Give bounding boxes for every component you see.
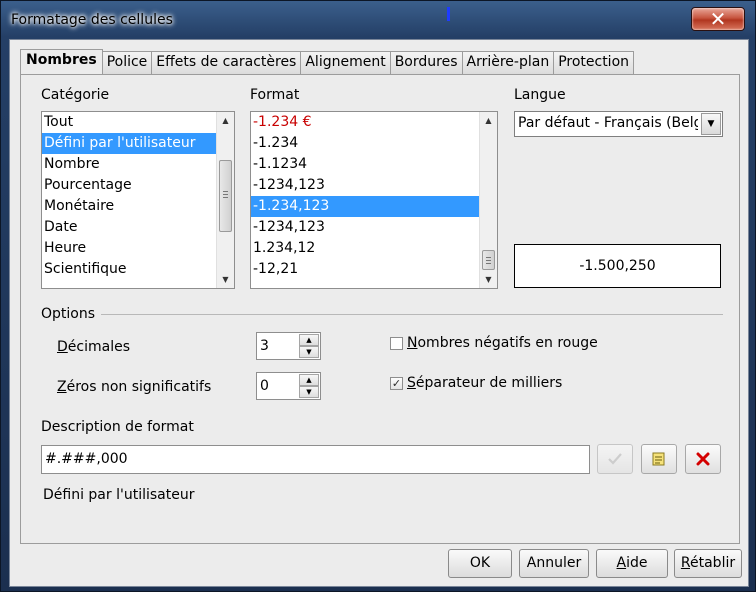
options-separator	[101, 314, 723, 315]
format-code-label: Description de format	[41, 419, 194, 435]
format-preview: -1.500,250	[514, 244, 721, 288]
tab-alignement[interactable]: Alignement	[301, 51, 391, 74]
spin-down-icon[interactable]: ▼	[299, 346, 319, 358]
scroll-down-icon[interactable]: ▼	[217, 271, 234, 288]
category-label: Catégorie	[41, 87, 110, 103]
check-icon	[608, 453, 622, 465]
window-title: Formatage des cellules	[11, 12, 173, 28]
edit-comment-button[interactable]	[641, 444, 677, 474]
ok-button[interactable]: OK	[448, 549, 512, 578]
close-button[interactable]: ✕	[691, 7, 745, 31]
list-item[interactable]: -1.234 €	[251, 112, 497, 133]
leading-zeros-spinner[interactable]: 0 ▲ ▼	[256, 372, 321, 400]
language-value: Par défaut - Français (Belgique)	[518, 115, 698, 131]
tab-bar: Nombres Police Effets de caractères Alig…	[20, 49, 635, 74]
list-item[interactable]: -1.1234	[251, 154, 497, 175]
spin-down-icon[interactable]: ▼	[299, 386, 319, 398]
delete-icon	[696, 452, 710, 466]
leading-zeros-value[interactable]: 0	[260, 378, 269, 394]
thousands-separator-label: Séparateur de milliers	[407, 375, 563, 391]
edit-comment-icon	[652, 452, 665, 466]
decimals-value[interactable]: 3	[260, 338, 269, 354]
tab-effets-caracteres[interactable]: Effets de caractères	[152, 51, 302, 74]
decimals-spinner[interactable]: 3 ▲ ▼	[256, 332, 321, 360]
tab-page-nombres: Catégorie Tout Défini par l'utilisateur No…	[20, 74, 740, 544]
list-item[interactable]: Défini par l'utilisateur	[42, 133, 234, 154]
format-scrollbar[interactable]: ▲ ▼	[479, 112, 497, 288]
list-item[interactable]: Tout	[42, 112, 234, 133]
scroll-down-icon[interactable]: ▼	[480, 271, 497, 288]
tab-nombres[interactable]: Nombres	[20, 49, 103, 74]
scroll-thumb[interactable]	[219, 160, 232, 232]
tab-arriere-plan[interactable]: Arrière-plan	[462, 51, 555, 74]
spin-up-icon[interactable]: ▲	[299, 334, 319, 346]
negative-red-checkbox[interactable]	[390, 337, 403, 350]
list-item[interactable]: -1.234,123	[251, 196, 497, 217]
list-item[interactable]: -12,21	[251, 259, 497, 280]
thousands-separator-checkbox[interactable]: ✓	[390, 377, 403, 390]
list-item[interactable]: -1.234	[251, 133, 497, 154]
list-item[interactable]: Nombre	[42, 154, 234, 175]
list-item[interactable]: Scientifique	[42, 259, 234, 280]
format-code-input[interactable]: #.###,000	[41, 445, 590, 474]
list-item[interactable]: Monétaire	[42, 196, 234, 217]
title-bar-marker	[447, 7, 450, 21]
options-label: Options	[41, 306, 96, 322]
format-code-value[interactable]: #.###,000	[45, 451, 128, 467]
dialog-window: Formatage des cellules ✕ Nombres Police …	[0, 0, 756, 592]
scroll-up-icon[interactable]: ▲	[480, 112, 497, 129]
language-label: Langue	[514, 87, 566, 103]
list-item[interactable]: 1.234,12	[251, 238, 497, 259]
delete-format-button[interactable]	[685, 444, 721, 474]
list-item[interactable]: Date	[42, 217, 234, 238]
help-button[interactable]: Aide	[596, 549, 668, 578]
title-bar[interactable]: Formatage des cellules ✕	[1, 1, 756, 39]
language-select[interactable]: Par défaut - Français (Belgique) ▼	[514, 111, 723, 137]
category-scrollbar[interactable]: ▲ ▼	[216, 112, 234, 288]
tab-police[interactable]: Police	[102, 51, 153, 74]
close-icon: ✕	[709, 7, 727, 31]
dialog-body: Nombres Police Effets de caractères Alig…	[9, 39, 749, 587]
decimals-label: Décimales	[57, 339, 130, 355]
list-item[interactable]: Heure	[42, 238, 234, 259]
leading-zeros-label: Zéros non significatifs	[57, 379, 212, 395]
list-item[interactable]: -1234,123	[251, 175, 497, 196]
list-item[interactable]: Pourcentage	[42, 175, 234, 196]
format-status-text: Défini par l'utilisateur	[43, 487, 195, 503]
format-list[interactable]: -1.234 € -1.234 -1.1234 -1234,123 -1.234,123…	[250, 111, 498, 289]
reset-button[interactable]: Rétablir	[674, 549, 742, 578]
cancel-button[interactable]: Annuler	[519, 549, 589, 578]
tab-protection[interactable]: Protection	[554, 51, 635, 74]
chevron-down-icon[interactable]: ▼	[701, 113, 721, 135]
format-label: Format	[250, 87, 300, 103]
tab-bordures[interactable]: Bordures	[390, 51, 463, 74]
scroll-thumb[interactable]	[482, 250, 495, 270]
accept-format-button[interactable]	[597, 444, 633, 474]
list-item[interactable]: -1234,123	[251, 217, 497, 238]
category-list[interactable]: Tout Défini par l'utilisateur Nombre Pource…	[41, 111, 235, 289]
negative-red-label: Nombres négatifs en rouge	[407, 335, 598, 351]
scroll-up-icon[interactable]: ▲	[217, 112, 234, 129]
spin-up-icon[interactable]: ▲	[299, 374, 319, 386]
